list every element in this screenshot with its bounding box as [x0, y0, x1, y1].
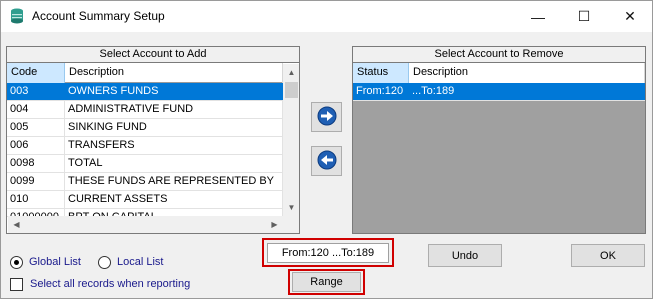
code-cell: 003 — [7, 83, 65, 100]
minimize-icon: — — [531, 8, 545, 25]
close-button[interactable]: ✕ — [607, 1, 653, 32]
code-cell: 0098 — [7, 155, 65, 172]
table-row[interactable]: 005 SINKING FUND — [7, 119, 283, 137]
table-row[interactable]: From:120 ...To:189 — [353, 83, 645, 101]
description-cell: ADMINISTRATIVE FUND — [65, 101, 283, 118]
global-list-label[interactable]: Global List — [29, 256, 81, 268]
remove-panel-title: Select Account to Remove — [352, 46, 646, 62]
table-row[interactable]: 0099 THESE FUNDS ARE REPRESENTED BY — [7, 173, 283, 191]
add-grid-header: Code Description — [7, 63, 283, 83]
close-icon: ✕ — [624, 8, 636, 24]
title-bar: Account Summary Setup — ☐ ✕ — [1, 1, 652, 32]
local-list-radio[interactable] — [98, 256, 111, 269]
table-row[interactable]: 004 ADMINISTRATIVE FUND — [7, 101, 283, 119]
column-header-status[interactable]: Status — [353, 63, 409, 83]
code-cell: 010 — [7, 191, 65, 208]
add-accounts-grid[interactable]: Code Description 003 OWNERS FUNDS 004 ADMIN… — [6, 62, 300, 234]
add-grid-horizontal-scrollbar[interactable]: ◀ ▶ — [8, 216, 283, 233]
code-cell: 0099 — [7, 173, 65, 190]
column-header-description[interactable]: Description — [65, 63, 283, 83]
description-cell: OWNERS FUNDS — [65, 83, 283, 100]
select-all-records-label[interactable]: Select all records when reporting — [30, 278, 190, 290]
local-list-label[interactable]: Local List — [117, 256, 163, 268]
status-cell: From:120 — [353, 83, 409, 100]
arrow-right-icon — [317, 106, 337, 129]
undo-button[interactable]: Undo — [428, 244, 502, 267]
code-cell: 005 — [7, 119, 65, 136]
maximize-button[interactable]: ☐ — [561, 1, 607, 32]
remove-arrow-button[interactable] — [311, 146, 342, 176]
global-list-radio[interactable] — [10, 256, 23, 269]
code-cell: 006 — [7, 137, 65, 154]
description-cell: TRANSFERS — [65, 137, 283, 154]
description-cell: THESE FUNDS ARE REPRESENTED BY — [65, 173, 283, 190]
select-all-records-checkbox[interactable] — [10, 278, 23, 291]
scroll-corner — [283, 216, 299, 233]
add-arrow-button[interactable] — [311, 102, 342, 132]
range-button[interactable]: Range — [292, 272, 361, 292]
add-panel-title: Select Account to Add — [6, 46, 300, 62]
table-row[interactable]: 010 CURRENT ASSETS — [7, 191, 283, 209]
maximize-icon: ☐ — [577, 8, 591, 24]
description-cell: CURRENT ASSETS — [65, 191, 283, 208]
scroll-down-icon[interactable]: ▼ — [283, 199, 299, 216]
table-row[interactable]: 0098 TOTAL — [7, 155, 283, 173]
scroll-right-icon[interactable]: ▶ — [266, 216, 283, 233]
column-header-description[interactable]: Description — [409, 63, 645, 83]
account-summary-setup-window: Account Summary Setup — ☐ ✕ Select Accou… — [0, 0, 653, 299]
scroll-left-icon[interactable]: ◀ — [8, 216, 25, 233]
window-title: Account Summary Setup — [32, 9, 165, 23]
column-header-code[interactable]: Code — [7, 63, 65, 83]
table-row[interactable]: 003 OWNERS FUNDS — [7, 83, 283, 101]
description-cell: TOTAL — [65, 155, 283, 172]
scroll-thumb[interactable] — [285, 82, 298, 98]
database-app-icon — [10, 8, 24, 24]
arrow-left-icon — [317, 150, 337, 173]
remove-accounts-grid[interactable]: Status Description From:120 ...To:189 — [352, 62, 646, 234]
minimize-button[interactable]: — — [515, 1, 561, 32]
range-display-field: From:120 ...To:189 — [267, 243, 389, 263]
remove-grid-header: Status Description — [353, 63, 645, 83]
add-grid-vertical-scrollbar[interactable]: ▲ ▼ — [283, 64, 299, 216]
description-cell: SINKING FUND — [65, 119, 283, 136]
scroll-up-icon[interactable]: ▲ — [283, 64, 299, 81]
description-cell: ...To:189 — [409, 83, 645, 100]
ok-button[interactable]: OK — [571, 244, 645, 267]
code-cell: 004 — [7, 101, 65, 118]
table-row[interactable]: 006 TRANSFERS — [7, 137, 283, 155]
